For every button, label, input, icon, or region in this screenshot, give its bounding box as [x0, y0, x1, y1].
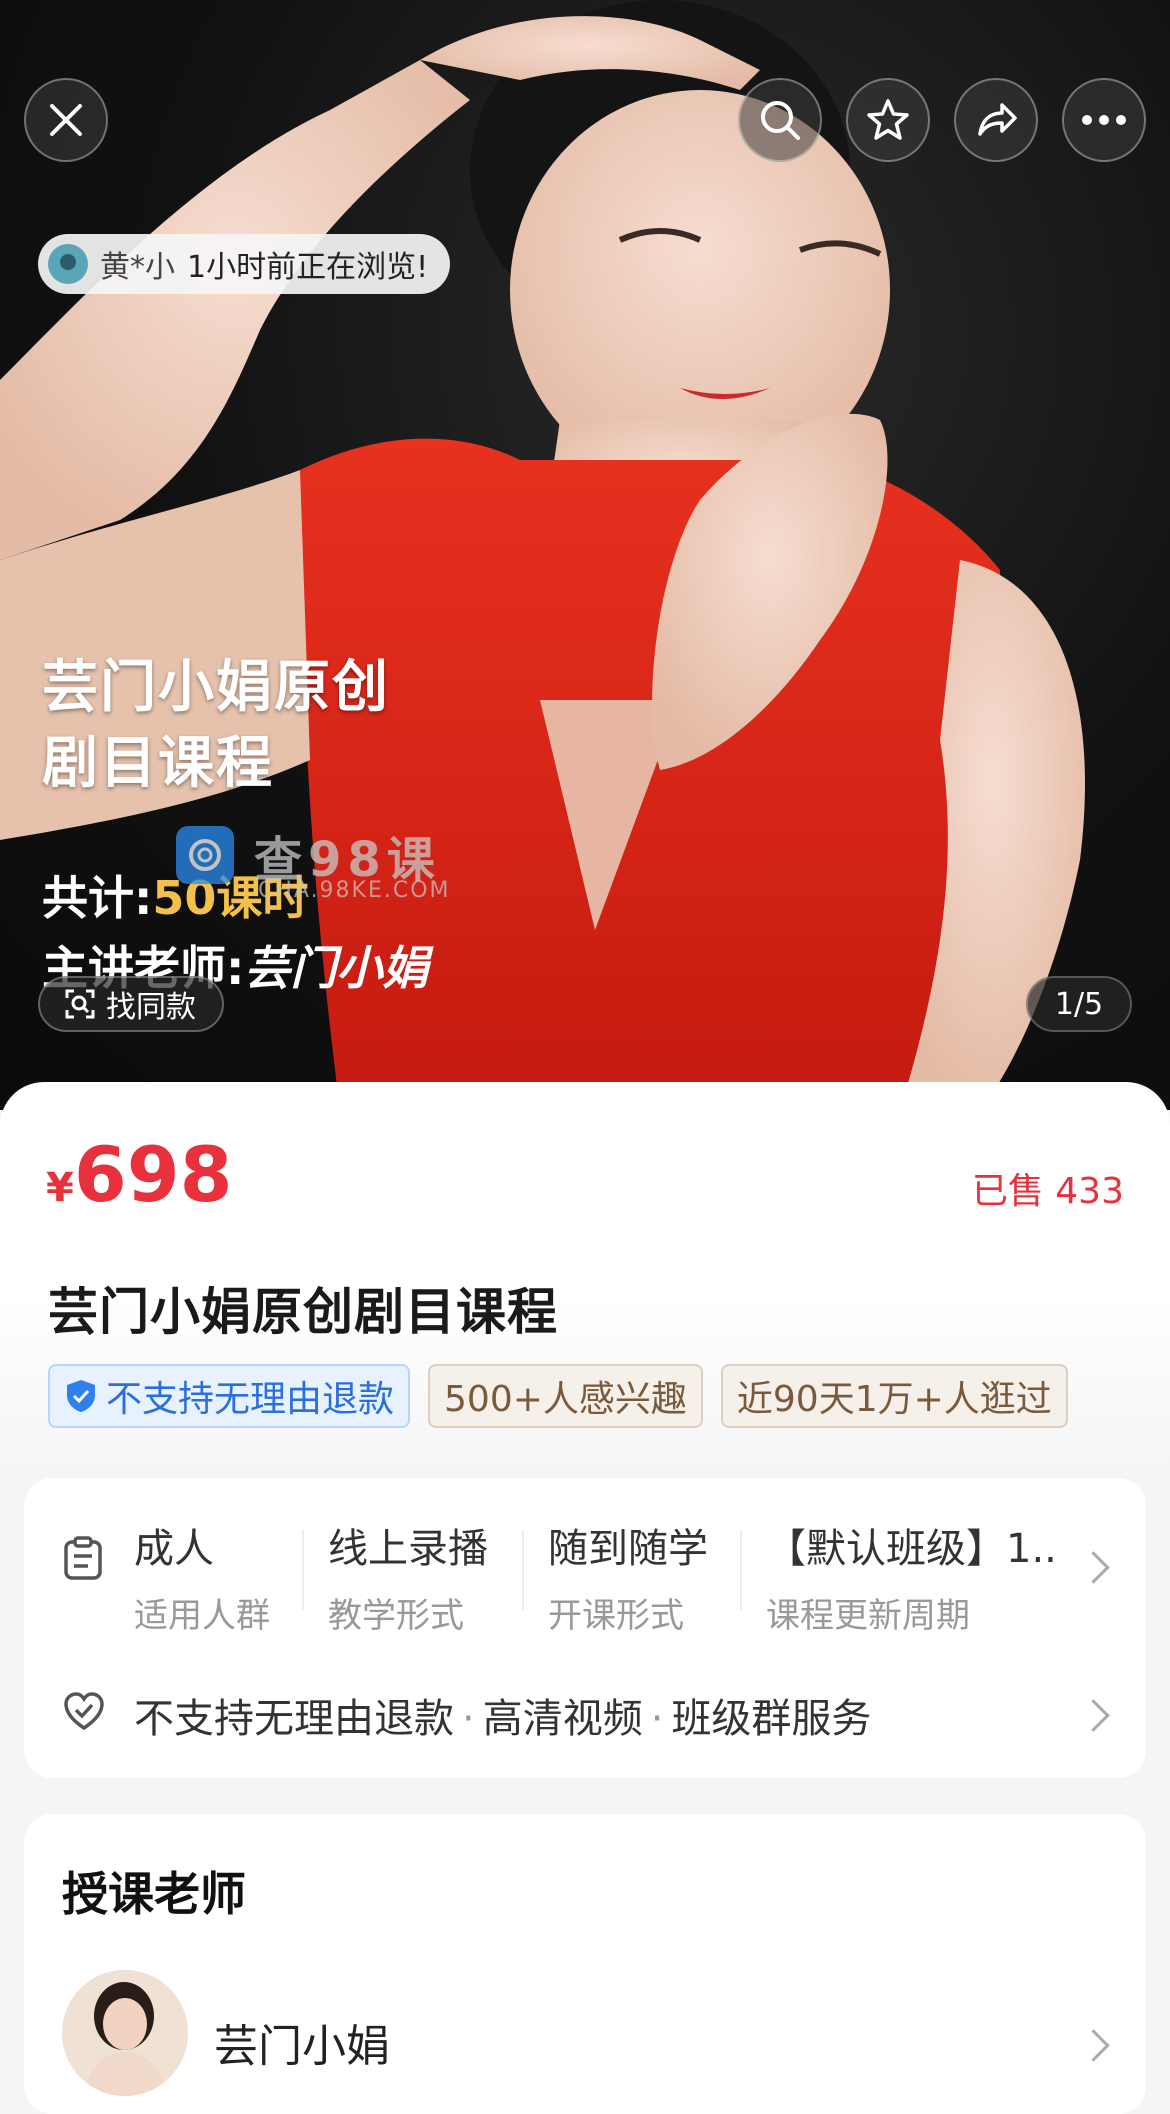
recent-viewer-notice: 黄*小 1小时前正在浏览! — [38, 234, 451, 294]
teacher-card: 授课老师 芸门小娟 — [24, 1814, 1146, 2114]
divider — [740, 1530, 742, 1610]
teacher-name[interactable]: 芸门小娟 — [214, 2010, 390, 2074]
viewer-avatar — [48, 244, 88, 284]
poster-title-line2: 剧目课程 — [42, 731, 274, 796]
share-icon — [978, 103, 1017, 136]
share-button[interactable] — [954, 78, 1038, 162]
product-info-card: ¥698 已售 433 芸门小娟原创剧目课程 不支持无理由退款 500+人感兴趣… — [0, 1082, 1170, 1472]
course-attributes-card: 成人 适用人群 线上录播 教学形式 随到随学 开课形式 【默认班级】1.. 课程… — [24, 1478, 1146, 1778]
attr-update-key: 课程更新周期 — [766, 1596, 970, 1636]
search-button[interactable] — [738, 78, 822, 162]
find-similar-button[interactable]: 找同款 — [38, 976, 224, 1032]
attr-schedule-key: 开课形式 — [548, 1596, 684, 1636]
tag-refund-policy[interactable]: 不支持无理由退款 — [48, 1364, 411, 1428]
tag-refund-label: 不支持无理由退款 — [106, 1379, 395, 1420]
teacher-avatar[interactable] — [62, 1970, 188, 2096]
hero-carousel[interactable]: 黄*小 1小时前正在浏览! 芸门小娟原创 剧目课程 共计:50课时 主讲老师:芸… — [0, 0, 1170, 1110]
tag-interest: 500+人感兴趣 — [428, 1364, 703, 1428]
attr-update-cycle: 【默认班级】1.. 课程更新周期 — [766, 1516, 1057, 1637]
attr-schedule: 随到随学 开课形式 — [548, 1516, 708, 1637]
close-icon — [50, 104, 82, 136]
price-currency: ¥ — [46, 1165, 74, 1211]
scan-icon — [65, 989, 95, 1019]
chevron-right-icon — [1077, 1699, 1110, 1732]
attr-audience-value: 成人 — [134, 1526, 214, 1572]
chevron-right-icon — [1077, 2029, 1110, 2062]
tag-visits: 近90天1万+人逛过 — [720, 1364, 1068, 1428]
service-item: 高清视频 — [482, 1696, 643, 1742]
attr-format-value: 线上录播 — [328, 1526, 488, 1572]
attr-update-value: 【默认班级】1.. — [766, 1526, 1057, 1572]
viewer-name: 黄*小 — [100, 250, 175, 285]
watermark-logo-icon — [176, 826, 234, 884]
service-item: 班级群服务 — [671, 1696, 872, 1742]
product-tags: 不支持无理由退款 500+人感兴趣 近90天1万+人逛过 — [48, 1364, 1068, 1428]
sold-count: 已售 433 — [971, 1171, 1124, 1212]
poster-title: 芸门小娟原创 剧目课程 — [42, 650, 390, 802]
poster-title-line1: 芸门小娟原创 — [42, 655, 390, 720]
more-button[interactable] — [1062, 78, 1146, 162]
service-item: 不支持无理由退款 — [134, 1696, 454, 1742]
services-list: 不支持无理由退款 · 高清视频 · 班级群服务 — [134, 1696, 872, 1742]
shield-icon — [67, 1380, 95, 1412]
attr-audience-key: 适用人群 — [134, 1596, 270, 1636]
poster-count-label: 共计: — [42, 871, 153, 925]
attr-audience: 成人 适用人群 — [134, 1516, 270, 1637]
more-icon — [1082, 115, 1126, 125]
close-button[interactable] — [24, 78, 108, 162]
watermark-sub: CHA.98KE.COM — [258, 878, 451, 903]
services-row[interactable]: 不支持无理由退款 · 高清视频 · 班级群服务 — [24, 1678, 1146, 1748]
star-icon — [867, 99, 909, 140]
divider — [302, 1530, 304, 1610]
section-title: 授课老师 — [62, 1867, 246, 1921]
favorite-button[interactable] — [846, 78, 930, 162]
attr-schedule-value: 随到随学 — [548, 1526, 708, 1572]
clipboard-icon — [64, 1536, 102, 1580]
attributes-row[interactable]: 成人 适用人群 线上录播 教学形式 随到随学 开课形式 【默认班级】1.. 课程… — [24, 1516, 1146, 1636]
attr-format: 线上录播 教学形式 — [328, 1516, 488, 1637]
poster-teacher-value: 芸门小娟 — [244, 941, 429, 995]
price: ¥698 — [46, 1130, 233, 1219]
search-icon — [761, 101, 800, 140]
heart-shield-icon — [64, 1692, 104, 1731]
product-title: 芸门小娟原创剧目课程 — [48, 1283, 558, 1341]
viewer-message: 1小时前正在浏览! — [187, 250, 429, 285]
find-similar-label: 找同款 — [106, 990, 196, 1025]
divider — [522, 1530, 524, 1610]
attr-format-key: 教学形式 — [328, 1596, 464, 1636]
price-value: 698 — [73, 1130, 233, 1219]
image-page-indicator: 1/5 — [1026, 976, 1132, 1032]
chevron-right-icon — [1077, 1551, 1110, 1584]
